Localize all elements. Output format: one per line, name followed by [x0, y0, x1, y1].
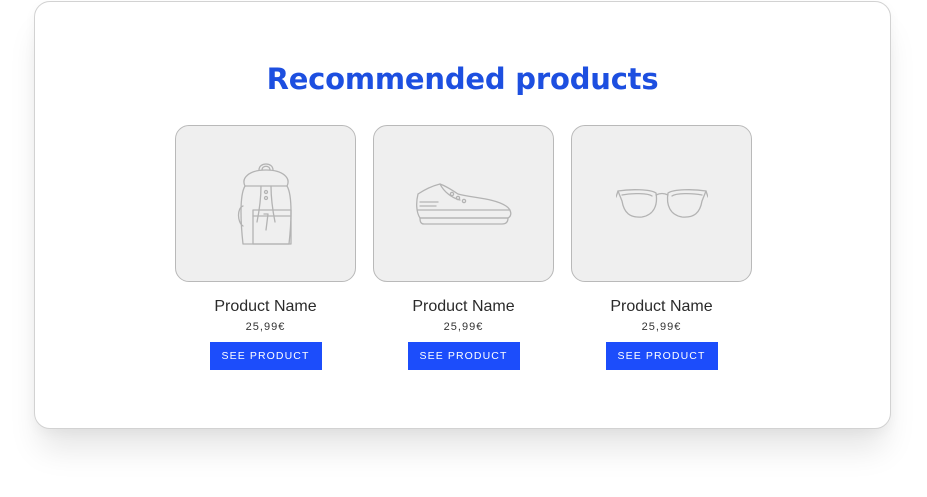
see-product-button[interactable]: SEE PRODUCT [407, 342, 520, 370]
see-product-button[interactable]: SEE PRODUCT [209, 342, 322, 370]
section-title: Recommended products [266, 62, 659, 96]
product-image[interactable] [175, 125, 356, 282]
product-price: 25,99€ [641, 321, 682, 333]
product-image[interactable] [373, 125, 554, 282]
sneaker-icon [415, 182, 511, 225]
product-image[interactable] [571, 125, 752, 282]
product-name[interactable]: Product Name [373, 297, 554, 317]
product-price: 25,99€ [245, 321, 286, 333]
see-product-button[interactable]: SEE PRODUCT [605, 342, 718, 370]
backpack-icon [237, 162, 292, 245]
product-card: Product Name 25,99€ SEE PRODUCT [571, 125, 752, 370]
product-card: Product Name 25,99€ SEE PRODUCT [373, 125, 554, 370]
product-price: 25,99€ [443, 321, 484, 333]
product-card: Product Name 25,99€ SEE PRODUCT [175, 125, 356, 370]
glasses-icon [615, 188, 708, 218]
product-name[interactable]: Product Name [571, 297, 752, 317]
recommended-products-card: Recommended products Product Name 25,99€… [34, 1, 891, 429]
product-name[interactable]: Product Name [175, 297, 356, 317]
